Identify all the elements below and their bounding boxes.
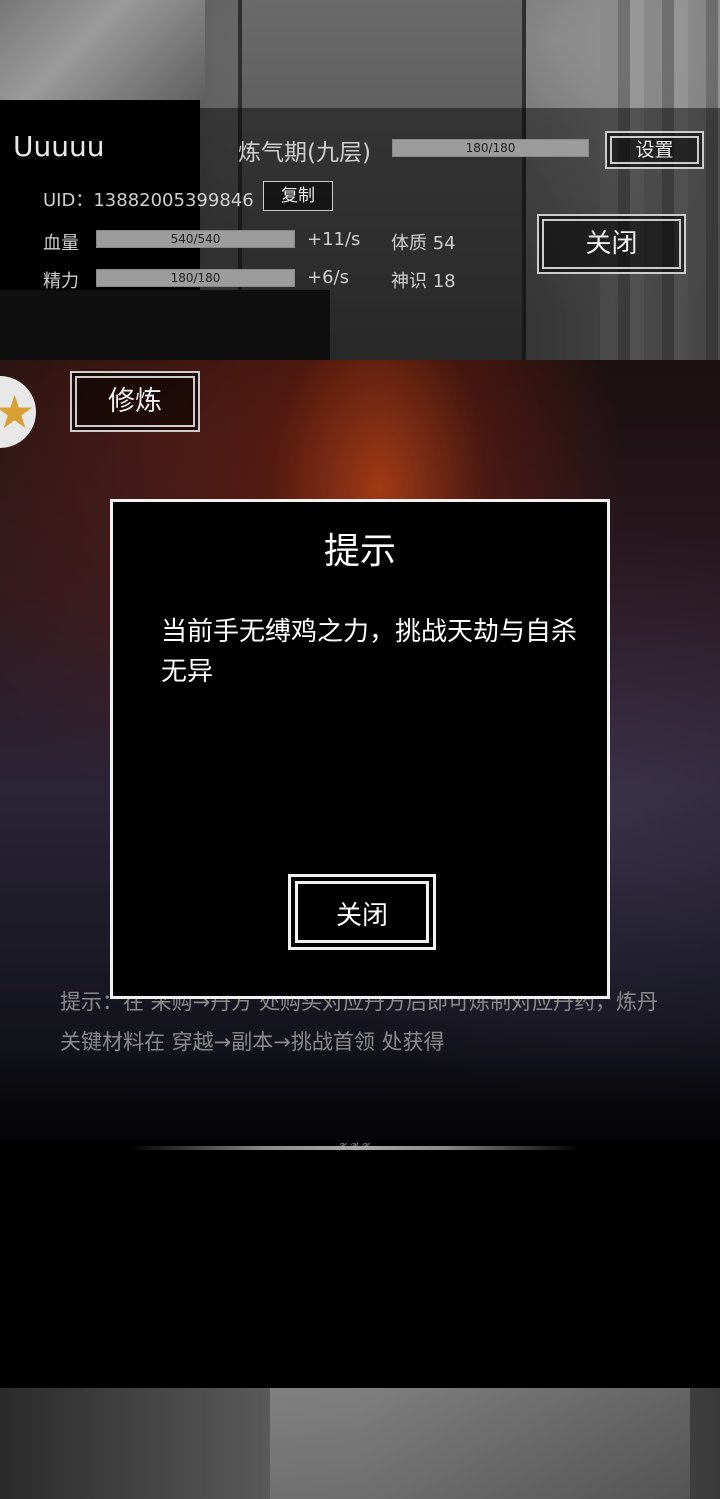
copy-button-label: 复制: [281, 186, 315, 206]
dialog-close-label: 关闭: [335, 901, 388, 931]
energy-text: 180/180: [170, 271, 221, 285]
cultivate-button-label: 修炼: [108, 386, 162, 417]
hp-label: 血量: [43, 233, 79, 254]
realm-exp-bar: 180/180: [392, 139, 589, 157]
energy-regen-rate: +6/s: [307, 267, 349, 288]
hp-regen-rate: +11/s: [307, 229, 361, 250]
energy-bar: 180/180: [96, 269, 295, 287]
player-name: Uuuuu: [13, 130, 105, 163]
energy-label: 精力: [43, 271, 79, 292]
spirit-stat: 神识 18: [391, 271, 456, 292]
uid-text: UID：13882005399846: [43, 190, 254, 211]
dialog-title: 提示: [323, 531, 396, 572]
star-badge-icon[interactable]: ★: [0, 376, 36, 448]
dialog-message: 当前手无缚鸡之力，挑战天劫与自杀无异: [161, 617, 578, 687]
close-panel-button[interactable]: 关闭: [537, 214, 686, 274]
tip-dialog: 提示 当前手无缚鸡之力，挑战天劫与自杀无异 关闭: [110, 499, 610, 999]
background-bed: [0, 1388, 720, 1499]
hp-text: 540/540: [170, 232, 221, 246]
settings-button[interactable]: 设置: [605, 131, 704, 169]
settings-button-label: 设置: [635, 139, 674, 161]
cultivate-button[interactable]: 修炼: [70, 371, 200, 432]
background-poster: [0, 0, 205, 105]
realm-exp-text: 180/180: [465, 141, 516, 155]
dialog-close-button[interactable]: 关闭: [288, 874, 436, 950]
close-panel-label: 关闭: [585, 229, 638, 259]
hp-bar: 540/540: [96, 230, 295, 248]
constitution-stat: 体质 54: [391, 233, 456, 254]
copy-uid-button[interactable]: 复制: [263, 181, 333, 211]
ornament-flourish-icon: ❦ ❦ ❦: [339, 1142, 371, 1153]
realm-label: 炼气期(九层): [238, 140, 371, 166]
